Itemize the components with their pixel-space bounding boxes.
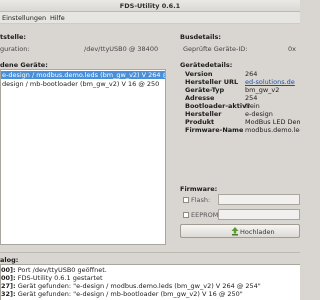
log-line: 32]: Gerät gefunden: "e-design / mb-boot… xyxy=(1,290,243,298)
device-list-item[interactable]: e-design / modbus.demo.leds (bm_gw_v2) V… xyxy=(1,71,165,79)
detail-value-manufacturer: e-design xyxy=(245,110,273,118)
detail-label-manufacturer: Hersteller xyxy=(185,110,222,118)
log-section-title: alog: xyxy=(0,256,19,264)
detail-label-device-type: Geräte-Typ xyxy=(185,86,225,94)
title-bar[interactable]: FDS-Utility 0.6.1 xyxy=(0,0,300,12)
detail-value-manufacturer-url[interactable]: ed-solutions.de xyxy=(245,78,295,86)
eeprom-file-field[interactable] xyxy=(218,209,300,220)
log-line: 27]: Gerät gefunden: "e-design / modbus.… xyxy=(1,282,261,290)
log-line: 00]: Port /dev/ttyUSB0 geöffnet. xyxy=(1,266,107,274)
device-details-title: Gerätedetails: xyxy=(180,61,233,69)
checked-ids-label: Geprüfte Geräte-ID: xyxy=(183,45,248,53)
eeprom-label: EEPROM: xyxy=(191,211,221,219)
detail-label-firmware-name: Firmware-Name xyxy=(185,126,244,134)
connection-section-title: tstelle: xyxy=(0,33,26,41)
connection-config-label: guration: xyxy=(0,45,30,53)
device-list[interactable]: e-design / modbus.demo.leds (bm_gw_v2) V… xyxy=(0,69,166,245)
device-details-table: Version 264 Hersteller URL ed-solutions.… xyxy=(185,70,300,134)
log-message: Port /dev/ttyUSB0 geöffnet. xyxy=(17,266,107,274)
log-message: FDS-Utility 0.6.1 gestartet xyxy=(17,274,103,282)
detail-label-version: Version xyxy=(185,70,213,78)
detail-value-firmware-name: modbus.demo.leds xyxy=(245,126,300,134)
upload-icon xyxy=(231,227,239,236)
log-message: Gerät gefunden: "e-design / mb-bootloade… xyxy=(17,290,243,298)
detail-value-device-type: bm_gw_v2 xyxy=(245,86,280,94)
menu-item-einstellungen[interactable]: Einstellungen xyxy=(2,14,46,22)
devices-section-title: dene Geräte: xyxy=(0,61,48,69)
detail-value-address: 254 xyxy=(245,94,258,102)
detail-value-version: 264 xyxy=(245,70,258,78)
eeprom-checkbox[interactable] xyxy=(183,212,189,218)
detail-label-manufacturer-url: Hersteller URL xyxy=(185,78,239,86)
upload-button-label: Hochladen xyxy=(240,228,275,236)
window-title: FDS-Utility 0.6.1 xyxy=(119,2,181,10)
firmware-section-title: Firmware: xyxy=(180,185,218,193)
log-message: Gerät gefunden: "e-design / modbus.demo.… xyxy=(17,282,261,290)
device-list-item[interactable]: design / mb-bootloader (bm_gw_v2) V 16 @… xyxy=(1,80,165,88)
detail-label-product: Produkt xyxy=(185,118,215,126)
detail-value-bootloader-active: Nein xyxy=(245,102,260,110)
flash-label: Flash: xyxy=(191,196,211,204)
log-line: 00]: FDS-Utility 0.6.1 gestartet xyxy=(1,274,103,282)
separator xyxy=(0,252,300,253)
log-timestamp: 32]: xyxy=(1,290,16,298)
upload-button[interactable]: Hochladen xyxy=(180,224,300,238)
menu-item-hilfe[interactable]: Hilfe xyxy=(50,14,65,22)
detail-value-product: ModBus LED Demo xyxy=(245,118,300,126)
detail-label-address: Adresse xyxy=(185,94,215,102)
bus-section-title: Busdetails: xyxy=(180,33,221,41)
checked-ids-value: 0x xyxy=(288,45,296,53)
log-timestamp: 00]: xyxy=(1,266,16,274)
log-timestamp: 27]: xyxy=(1,282,16,290)
log-timestamp: 00]: xyxy=(1,274,16,282)
flash-checkbox[interactable] xyxy=(183,197,189,203)
detail-label-bootloader-active: Bootloader-aktiv? xyxy=(185,102,251,110)
log-output[interactable]: 00]: Port /dev/ttyUSB0 geöffnet. 00]: FD… xyxy=(0,264,300,300)
menu-bar: Einstellungen Hilfe xyxy=(0,12,300,24)
connection-config-value: /dev/ttyUSB0 @ 38400 xyxy=(84,45,159,53)
flash-file-field[interactable] xyxy=(218,194,300,205)
